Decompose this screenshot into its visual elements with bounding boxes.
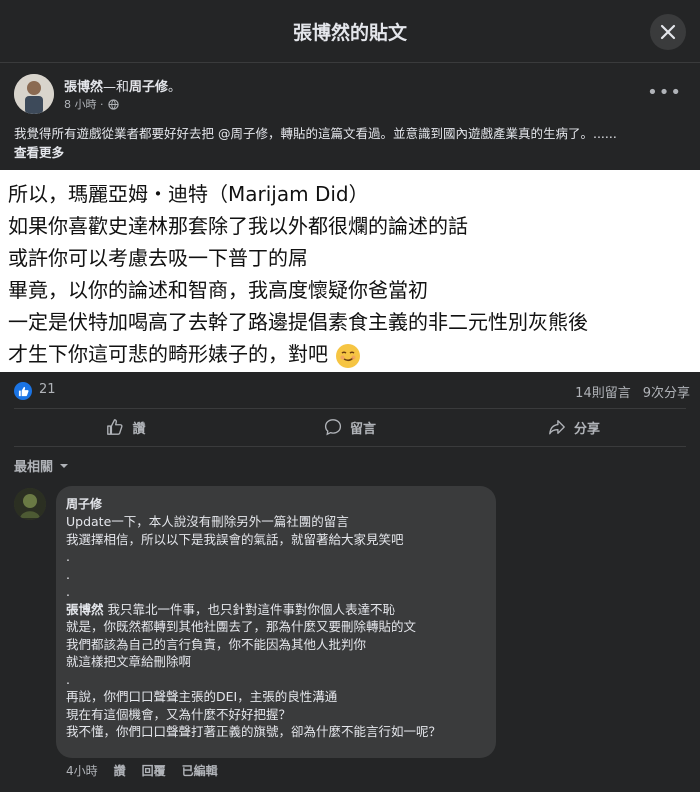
image-text-line: 如果你喜歡史達林那套除了我以外都很爛的論述的話 [8,214,468,238]
reactions-row: 21 14則留言 9次分享 [14,380,690,402]
close-button[interactable] [650,14,686,50]
see-more-link[interactable]: 查看更多 [14,143,688,162]
commenter-avatar-image [14,488,46,520]
globe-icon [107,98,119,110]
chevron-down-icon [60,463,69,468]
author-name[interactable]: 張博然 [64,80,103,95]
comment-sort-dropdown[interactable]: 最相關 [14,456,69,475]
comment-author[interactable]: 周子修 [66,495,102,512]
comment-like-button[interactable]: 讚 [114,762,126,779]
comment-line: 我們都該為自己的言行負責，你不能因為其他人批判你 [66,636,367,652]
comment-icon [324,419,342,436]
avatar-image [14,74,54,114]
comment-line: . [66,566,70,582]
sort-label: 最相關 [14,460,54,475]
post-modal: 張博然的貼文 張博然—和周子修。 8 小時 · ••• 我覺得所有遊戲從業者都要… [0,0,700,792]
image-text-line: 一定是伏特加喝高了去幹了路邊提倡素食主義的非二元性別灰熊後 [8,310,588,334]
share-button[interactable]: 分享 [462,410,686,444]
image-text-line: 或許你可以考慮去吸一下普丁的屌 [8,246,308,270]
mention-link[interactable]: 張博然 [66,602,104,617]
comment-button[interactable]: 留言 [238,410,462,444]
more-options-button[interactable]: ••• [647,82,682,103]
comment-line: 再說，你們口口聲聲主張的DEI，主張的良性溝通 [66,689,338,704]
comment-line-mention: 張博然 我只靠北一件事，也只針對這件事對你個人表達不恥 [66,601,492,619]
comment-line: 我不懂，你們口口聲聲打著正義的旗號，卻為什麼不能言行如一呢？ [66,724,442,739]
share-icon [549,420,565,435]
comment-line: 我選擇相信，所以以下是我誤會的氣話，就留著給大家見笑吧 [66,531,404,547]
with-text: —和 [103,80,130,95]
image-text-line: 才生下你這可悲的畸形婊子的，對吧 [8,342,328,366]
commenter-avatar[interactable] [14,488,46,520]
post-actions: 讚 留言 分享 [14,410,686,444]
divider [14,446,686,447]
comment-line: 就這樣把文章給刪除啊 [66,654,192,669]
close-icon [660,24,676,40]
divider [14,408,686,409]
tagged-name[interactable]: 周子修 [129,80,168,95]
post-body: 我覺得所有遊戲從業者都要好好去把 @周子修，轉貼的這篇文看過。並意識到國內遊戲產… [14,126,617,141]
author-avatar[interactable] [14,74,54,114]
post-stats: 14則留言 9次分享 [563,382,690,401]
like-button[interactable]: 讚 [14,410,238,444]
modal-title: 張博然的貼文 [292,22,407,44]
like-label: 讚 [132,421,146,437]
comment-line: . [66,671,70,687]
post-header: 張博然—和周子修。 8 小時 · ••• [14,72,686,116]
thumbs-up-icon [107,419,124,435]
post-text: 我覺得所有遊戲從業者都要好好去把 @周子修，轉貼的這篇文看過。並意識到國內遊戲產… [14,124,688,162]
comment-time[interactable]: 4小時 [66,762,98,779]
comment-line: 就是，你既然都轉到其他社團去了，那為什麼又要刪除轉貼的文 [66,619,417,634]
reaction-count[interactable]: 21 [39,382,56,397]
comment-reply-button[interactable]: 回覆 [142,762,166,779]
comment-label: 留言 [349,421,376,437]
like-reaction-icon[interactable] [14,382,32,400]
image-text-line: 畢竟，以你的論述和智商，我高度懷疑你爸當初 [8,278,428,302]
more-icon: ••• [647,82,682,103]
comment-line: 現在有這個機會，又為什麼不好好把握？ [66,706,292,722]
post-meta: 8 小時 · [64,96,119,112]
author-line: 張博然—和周子修。 [64,76,181,95]
comment-line: Update一下，本人說沒有刪除另外一篇社團的留言 [66,514,349,529]
mention-rest: 我只靠北一件事，也只針對這件事對你個人表達不恥 [103,601,395,617]
emoji-icon [336,343,361,368]
image-text-line: 所以，瑪麗亞姆・迪特（Marijam Did） [8,182,369,206]
comment-line: . [66,549,70,564]
post-time[interactable]: 8 小時 · [64,96,104,112]
period: 。 [168,80,182,95]
comment-bubble: 周子修 Update一下，本人說沒有刪除另外一篇社團的留言 我選擇相信，所以以下… [56,486,496,758]
share-count[interactable]: 9次分享 [643,386,690,401]
comment-line: . [66,584,70,599]
share-label: 分享 [573,421,600,437]
comment-count[interactable]: 14則留言 [575,386,631,401]
post-image[interactable]: 所以，瑪麗亞姆・迪特（Marijam Did） 如果你喜歡史達林那套除了我以外都… [0,170,700,372]
comment-edited-label[interactable]: 已編輯 [182,762,218,779]
comment-body: Update一下，本人說沒有刪除另外一篇社團的留言 我選擇相信，所以以下是我誤會… [66,513,492,741]
comment-actions: 4小時 讚 回覆 已編輯 [66,762,218,779]
modal-header: 張博然的貼文 [0,0,700,63]
image-text-line-last: 才生下你這可悲的畸形婊子的，對吧 [8,338,361,368]
